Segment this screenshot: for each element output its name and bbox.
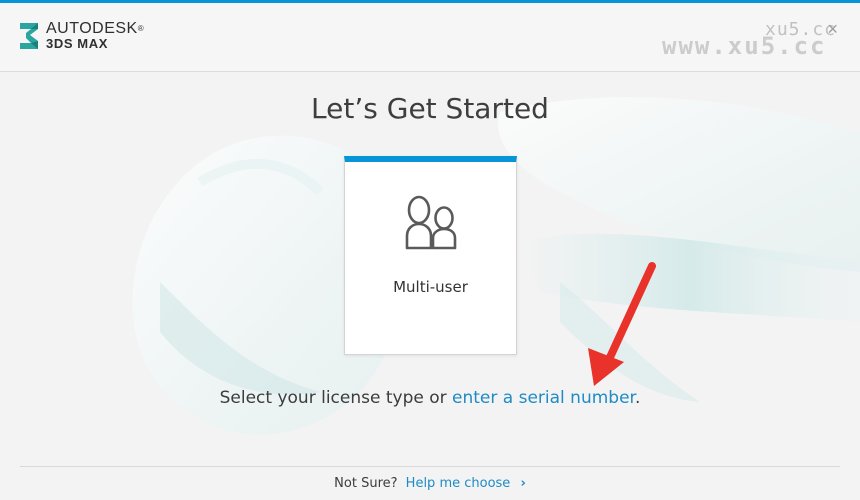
- annotation-arrow: [588, 262, 656, 386]
- header-bar: AUTODESK® 3DS MAX xu5.cc www.xu5.cc ×: [0, 3, 860, 72]
- footer: Not Sure? Help me choose ›: [0, 476, 860, 491]
- license-option-multi-user[interactable]: Multi-user: [344, 156, 517, 355]
- instruction-text: Select your license type or enter a seri…: [0, 388, 860, 408]
- chevron-right-icon[interactable]: ›: [520, 476, 525, 491]
- page-title: Let’s Get Started: [311, 92, 549, 125]
- help-me-choose-link[interactable]: Help me choose: [406, 476, 511, 491]
- enter-serial-number-link[interactable]: enter a serial number: [452, 388, 635, 408]
- watermark-large: www.xu5.cc: [662, 32, 827, 60]
- brand-name: AUTODESK: [46, 20, 138, 37]
- trademark-mark: ®: [137, 24, 145, 33]
- close-button[interactable]: ×: [827, 19, 838, 40]
- not-sure-label: Not Sure?: [334, 476, 398, 491]
- license-option-label: Multi-user: [393, 278, 468, 296]
- 3dsmax-logo-icon: [20, 23, 38, 49]
- multi-user-icon: [405, 195, 457, 250]
- instruction-prefix: Select your license type or: [219, 388, 453, 408]
- footer-divider: [20, 466, 840, 467]
- instruction-suffix: .: [634, 388, 641, 408]
- product-name: 3DS MAX: [46, 36, 108, 51]
- autodesk-3dsmax-logo: AUTODESK® 3DS MAX: [18, 21, 144, 51]
